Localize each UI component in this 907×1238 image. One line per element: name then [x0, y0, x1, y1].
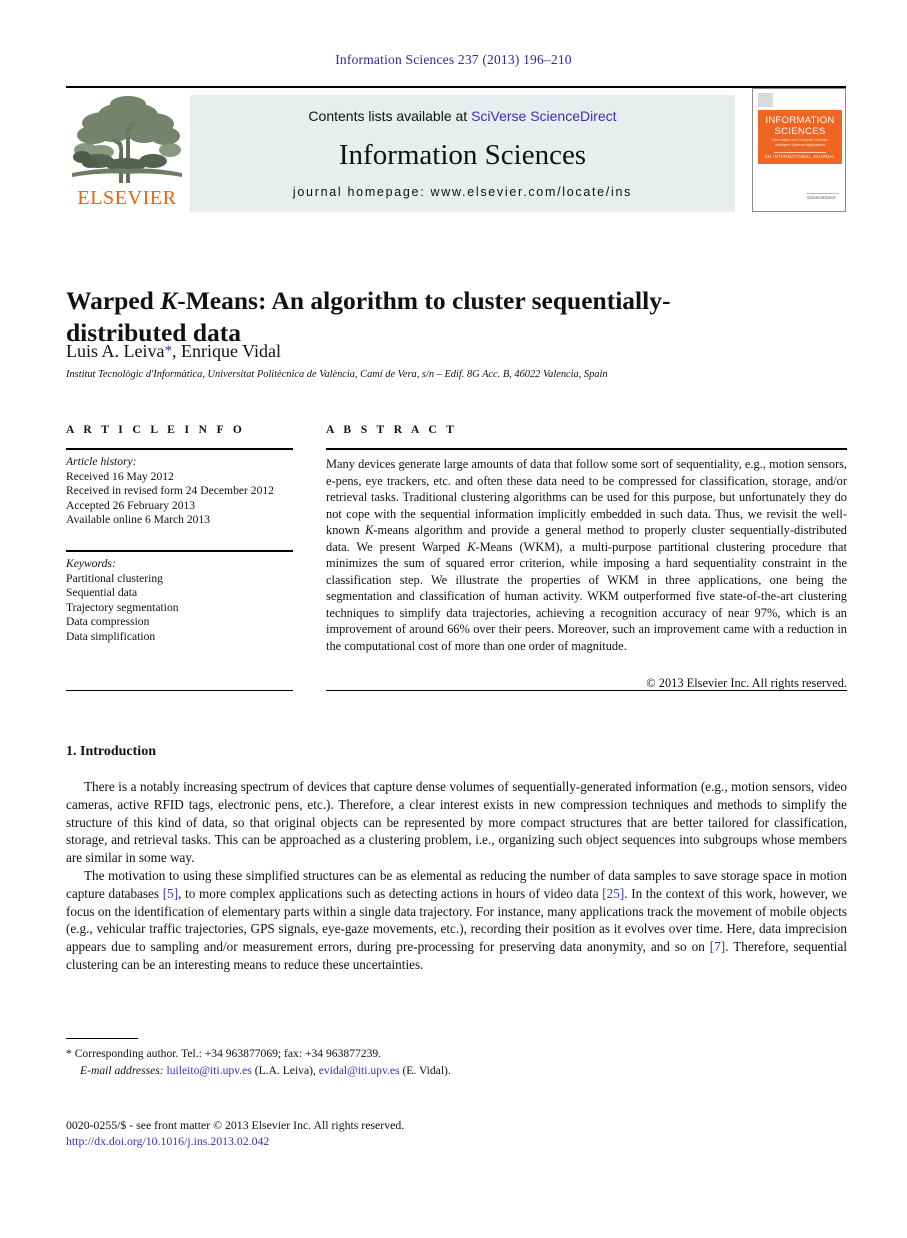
issn-front-matter: 0020-0255/$ - see front matter © 2013 El… — [66, 1118, 405, 1132]
author-list: Luis A. Leiva*, Enrique Vidal — [66, 341, 766, 362]
sciencedirect-link[interactable]: SciVerse ScienceDirect — [471, 108, 617, 124]
running-head: Information Sciences 237 (2013) 196–210 — [335, 52, 572, 67]
keyword-item: Sequential data — [66, 586, 138, 600]
title-part-1: Warped — [66, 286, 161, 316]
email-link-leiva[interactable]: luileito@iti.upv.es — [167, 1064, 252, 1077]
footnote-emails: E-mail addresses: luileito@iti.upv.es (L… — [66, 1063, 666, 1080]
abstract-top-rule — [326, 448, 847, 450]
corresponding-author-marker: * — [164, 343, 172, 359]
p2-segment-b: , to more complex applications such as d… — [178, 885, 603, 901]
cover-footer-divider — [806, 193, 839, 194]
cover-elsevier-mark-icon — [758, 93, 773, 107]
footnote-block: * Corresponding author. Tel.: +34 963877… — [66, 1046, 666, 1079]
abstract-bottom-rule — [326, 690, 847, 692]
author-affiliation: Institut Tecnològic d'Informàtica, Unive… — [66, 369, 608, 380]
journal-cover-thumbnail[interactable]: INFORMATION SCIENCES Informatics and Com… — [752, 88, 846, 212]
author-name-2: , Enrique Vidal — [171, 341, 282, 361]
article-info-mid-rule — [66, 550, 293, 552]
cover-title-line2: SCIENCES — [774, 126, 826, 137]
article-info-top-rule — [66, 448, 293, 450]
page-title: Warped K-Means: An algorithm to cluster … — [66, 285, 706, 349]
paper-page: Information Sciences 237 (2013) 196–210 — [0, 0, 907, 1238]
cover-subtitle: Informatics and Computer Science Intelli… — [772, 138, 828, 147]
author-name-1: Luis A. Leiva — [66, 341, 165, 361]
keyword-item: Trajectory segmentation — [66, 600, 179, 614]
title-italic-k: K — [160, 286, 178, 316]
contents-prefix: Contents lists available at — [308, 108, 472, 124]
keyword-item: Partitional clustering — [66, 571, 163, 585]
cover-orange-block: INFORMATION SCIENCES Informatics and Com… — [758, 110, 842, 164]
email-owner-1: (L.A. Leiva), — [251, 1063, 319, 1077]
keyword-item: Data simplification — [66, 629, 156, 643]
email-link-vidal[interactable]: evidal@iti.upv.es — [319, 1064, 400, 1077]
cover-footer-label: ScienceDirect — [806, 195, 836, 200]
footnote-rule — [66, 1038, 138, 1039]
article-history-item: Received in revised form 24 December 201… — [66, 484, 274, 498]
article-history-label: Article history: — [66, 455, 137, 468]
citation-ref-5[interactable]: [5] — [163, 886, 178, 901]
journal-homepage[interactable]: journal homepage: www.elsevier.com/locat… — [190, 185, 735, 199]
contents-line: Contents lists available at SciVerse Sci… — [190, 108, 735, 124]
masthead-top-rule — [66, 86, 846, 89]
footnote-corresponding-author: * Corresponding author. Tel.: +34 963877… — [66, 1047, 382, 1060]
email-addresses-label: E-mail addresses: — [80, 1063, 164, 1077]
abstract-heading: A B S T R A C T — [326, 424, 458, 436]
article-info-bottom-rule — [66, 690, 293, 692]
abstract-text: Many devices generate large amounts of d… — [326, 456, 847, 655]
article-history-item: Received 16 May 2012 — [66, 469, 174, 483]
citation-ref-25[interactable]: [25] — [602, 886, 624, 901]
cover-title-line1: INFORMATION — [765, 115, 835, 126]
abstract-part-3: -Means (WKM), a multi-purpose partitiona… — [326, 539, 847, 654]
introduction-body: There is a notably increasing spectrum o… — [66, 778, 847, 974]
email-owner-2: (E. Vidal). — [399, 1063, 451, 1077]
cover-international-label: AN INTERNATIONAL JOURNAL — [764, 154, 836, 159]
paragraph: The motivation to using these simplified… — [66, 867, 847, 974]
keywords-label: Keywords: — [66, 557, 116, 570]
elsevier-tree-icon — [72, 96, 182, 183]
journal-masthead: ELSEVIER Contents lists available at Sci… — [66, 86, 846, 214]
article-history-item: Available online 6 March 2013 — [66, 513, 211, 527]
colophon-block: 0020-0255/$ - see front matter © 2013 El… — [66, 1118, 666, 1149]
keyword-item: Data compression — [66, 615, 150, 629]
journal-title: Information Sciences — [338, 139, 587, 171]
article-history-item: Accepted 26 February 2013 — [66, 498, 196, 512]
abstract-copyright: © 2013 Elsevier Inc. All rights reserved… — [646, 676, 847, 690]
article-info-heading: A R T I C L E I N F O — [66, 424, 246, 436]
journal-band: Contents lists available at SciVerse Sci… — [190, 95, 735, 212]
citation-ref-7[interactable]: [7] — [710, 939, 725, 954]
paragraph: There is a notably increasing spectrum o… — [66, 779, 847, 866]
keywords-block: Keywords: Partitional clustering Sequent… — [66, 557, 301, 645]
doi-link[interactable]: http://dx.doi.org/10.1016/j.ins.2013.02.… — [66, 1134, 666, 1150]
article-history-block: Article history: Received 16 May 2012 Re… — [66, 455, 301, 528]
elsevier-wordmark: ELSEVIER — [77, 187, 177, 209]
section-heading-introduction: 1. Introduction — [66, 744, 156, 759]
elsevier-logo: ELSEVIER — [68, 95, 186, 213]
cover-divider — [774, 152, 826, 153]
